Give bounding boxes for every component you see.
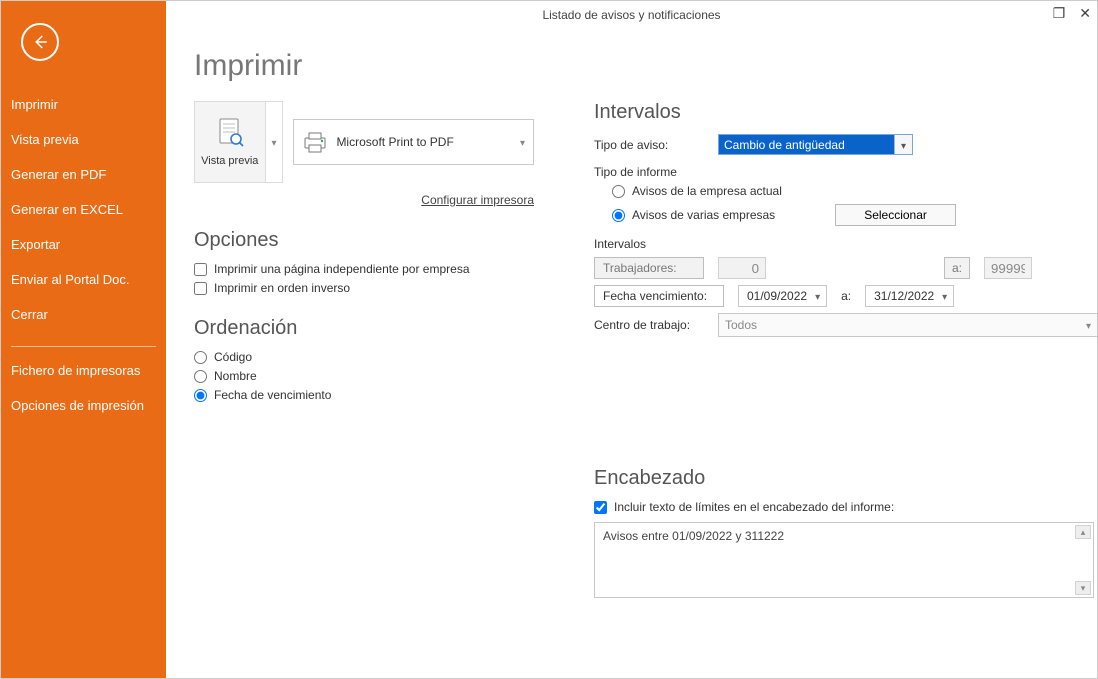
chevron-down-icon	[271, 135, 276, 149]
radio-nombre-label: Nombre	[214, 369, 257, 383]
radio-empresa-actual-input[interactable]	[612, 185, 625, 198]
radio-codigo-input[interactable]	[194, 351, 207, 364]
radio-fecha-input[interactable]	[194, 389, 207, 402]
sidebar-item-exportar[interactable]: Exportar	[1, 227, 166, 262]
chk-independiente-label: Imprimir una página independiente por em…	[214, 262, 470, 276]
chevron-down-icon	[815, 289, 820, 303]
centro-trabajo-value: Todos	[725, 318, 757, 332]
vista-previa-label: Vista previa	[201, 155, 258, 167]
sidebar-item-fichero-impresoras[interactable]: Fichero de impresoras	[1, 353, 166, 388]
tipo-aviso-value: Cambio de antigüedad	[719, 135, 894, 154]
a-label-2: a:	[841, 289, 851, 303]
chk-incluir-encabezado-label: Incluir texto de límites en el encabezad…	[614, 500, 894, 514]
page-title: Imprimir	[194, 49, 1069, 83]
trabajadores-from-input[interactable]	[718, 257, 766, 279]
radio-nombre[interactable]: Nombre	[194, 369, 534, 383]
chk-inverso-input[interactable]	[194, 282, 207, 295]
trabajadores-label-box: Trabajadores:	[594, 257, 704, 279]
centro-trabajo-label: Centro de trabajo:	[594, 318, 704, 332]
tipo-aviso-label: Tipo de aviso:	[594, 138, 704, 152]
fecha-to-value: 31/12/2022	[874, 289, 934, 303]
encabezado-heading: Encabezado	[594, 467, 1098, 490]
printer-icon	[302, 130, 328, 154]
radio-varias-empresas[interactable]: Avisos de varias empresas	[612, 208, 775, 222]
sidebar: Imprimir Vista previa Generar en PDF Gen…	[1, 1, 166, 678]
scroll-up-button[interactable]: ▴	[1075, 525, 1091, 539]
chevron-down-icon	[520, 135, 525, 149]
centro-trabajo-select[interactable]: Todos	[718, 313, 1098, 337]
fecha-to-input[interactable]: 31/12/2022	[865, 285, 954, 307]
tipo-informe-label: Tipo de informe	[594, 165, 1098, 179]
chk-inverso[interactable]: Imprimir en orden inverso	[194, 281, 534, 295]
sidebar-item-generar-excel[interactable]: Generar en EXCEL	[1, 192, 166, 227]
sidebar-item-cerrar[interactable]: Cerrar	[1, 297, 166, 332]
chk-incluir-encabezado[interactable]: Incluir texto de límites en el encabezad…	[594, 500, 1098, 514]
radio-empresa-actual[interactable]: Avisos de la empresa actual	[612, 184, 1098, 198]
ordenacion-heading: Ordenación	[194, 317, 534, 340]
radio-varias-empresas-input[interactable]	[612, 209, 625, 222]
chk-independiente[interactable]: Imprimir una página independiente por em…	[194, 262, 534, 276]
a-label-1: a:	[944, 257, 970, 279]
tipo-aviso-select[interactable]: Cambio de antigüedad	[718, 134, 913, 155]
chk-independiente-input[interactable]	[194, 263, 207, 276]
sidebar-item-vista-previa[interactable]: Vista previa	[1, 122, 166, 157]
sidebar-separator	[11, 346, 156, 347]
intervalos-heading: Intervalos	[594, 101, 1098, 124]
radio-empresa-actual-label: Avisos de la empresa actual	[632, 184, 782, 198]
radio-fecha-label: Fecha de vencimiento	[214, 388, 331, 402]
radio-fecha[interactable]: Fecha de vencimiento	[194, 388, 534, 402]
encabezado-text: Avisos entre 01/09/2022 y 311222	[603, 529, 784, 543]
sub-intervalos-label: Intervalos	[594, 237, 1098, 251]
sidebar-item-imprimir[interactable]: Imprimir	[1, 87, 166, 122]
seleccionar-button[interactable]: Seleccionar	[835, 204, 956, 226]
trabajadores-to-input[interactable]	[984, 257, 1032, 279]
radio-codigo-label: Código	[214, 350, 252, 364]
vista-previa-dropdown[interactable]	[266, 101, 284, 183]
radio-varias-empresas-label: Avisos de varias empresas	[632, 208, 775, 222]
chk-inverso-label: Imprimir en orden inverso	[214, 281, 350, 295]
chk-incluir-encabezado-input[interactable]	[594, 501, 607, 514]
vista-previa-button[interactable]: Vista previa	[194, 101, 266, 183]
printer-name: Microsoft Print to PDF	[336, 135, 453, 149]
back-button[interactable]	[21, 23, 59, 61]
configurar-impresora-link[interactable]: Configurar impresora	[421, 193, 534, 207]
document-search-icon	[215, 117, 245, 149]
chevron-down-icon	[1086, 318, 1091, 332]
chevron-down-icon	[901, 138, 906, 152]
arrow-left-icon	[31, 33, 49, 51]
sidebar-item-generar-pdf[interactable]: Generar en PDF	[1, 157, 166, 192]
fecha-vencimiento-label-box[interactable]: Fecha vencimiento:	[594, 285, 724, 307]
chevron-down-icon	[942, 289, 947, 303]
fecha-from-value: 01/09/2022	[747, 289, 807, 303]
radio-nombre-input[interactable]	[194, 370, 207, 383]
sidebar-item-opciones-impresion[interactable]: Opciones de impresión	[1, 388, 166, 423]
encabezado-textarea[interactable]: Avisos entre 01/09/2022 y 311222 ▴ ▾	[594, 522, 1094, 598]
fecha-from-input[interactable]: 01/09/2022	[738, 285, 827, 307]
printer-select[interactable]: Microsoft Print to PDF	[293, 119, 534, 165]
sidebar-item-enviar-portal[interactable]: Enviar al Portal Doc.	[1, 262, 166, 297]
radio-codigo[interactable]: Código	[194, 350, 534, 364]
opciones-heading: Opciones	[194, 229, 534, 252]
tipo-aviso-dropdown-button[interactable]	[894, 135, 912, 154]
scroll-down-button[interactable]: ▾	[1075, 581, 1091, 595]
